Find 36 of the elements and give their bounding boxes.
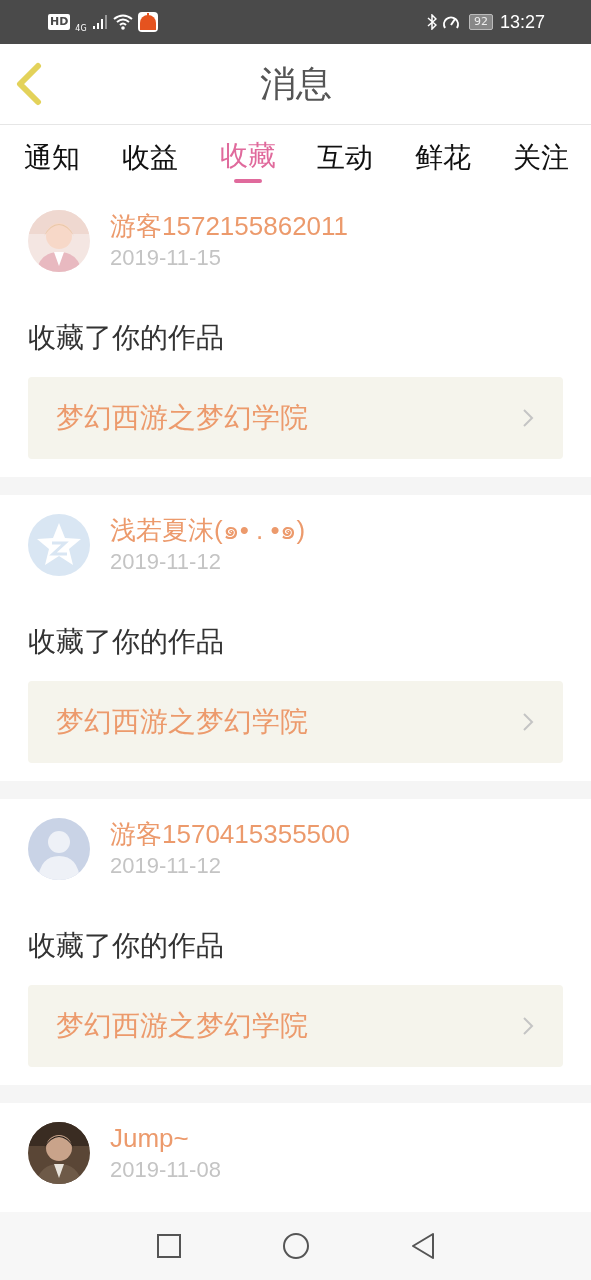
user-name[interactable]: 游客1570415355500: [110, 817, 350, 851]
signal-icon: [91, 14, 108, 30]
tab[interactable]: 关注: [513, 125, 569, 191]
wifi-icon: [112, 14, 133, 30]
tab[interactable]: 互动: [317, 125, 374, 191]
back-icon[interactable]: [409, 1232, 436, 1260]
chevron-right-icon: [521, 1015, 535, 1037]
recent-apps-icon[interactable]: [155, 1233, 182, 1259]
tab[interactable]: 通知: [24, 125, 80, 191]
app-icon: [137, 12, 158, 32]
hd-badge: HD: [48, 14, 71, 30]
message-date: 2019-11-15: [110, 244, 222, 272]
chevron-right-icon: [521, 407, 535, 429]
user-name[interactable]: 游客1572155862011: [110, 209, 349, 243]
message-date: 2019-11-08: [110, 1156, 221, 1184]
battery-icon: 92: [468, 14, 493, 30]
user-name[interactable]: Jump~: [110, 1121, 221, 1155]
work-link[interactable]: 梦幻西游之梦幻学院: [28, 377, 563, 459]
page-title: 消息: [259, 61, 332, 106]
work-link[interactable]: 梦幻西游之梦幻学院: [28, 681, 563, 763]
work-link[interactable]: 梦幻西游之梦幻学院: [28, 985, 563, 1067]
user-name[interactable]: 浅若夏沫(๑• . •๑): [110, 513, 306, 547]
tab[interactable]: 鲜花: [415, 125, 472, 191]
chevron-right-icon: [521, 711, 535, 733]
avatar-icon: [28, 514, 90, 576]
clock-time: 13:27: [499, 11, 545, 33]
tab[interactable]: 收益: [121, 125, 178, 191]
network-label: 4G: [75, 23, 87, 33]
message-date: 2019-11-12: [110, 548, 222, 576]
message-text: 收藏了你的作品: [28, 624, 225, 660]
message-text: 收藏了你的作品: [28, 928, 225, 964]
home-icon[interactable]: [281, 1232, 310, 1260]
message-text: 收藏了你的作品: [28, 320, 225, 356]
speedometer-icon: [441, 14, 460, 30]
message-date: 2019-11-12: [110, 852, 222, 880]
bluetooth-icon: [426, 14, 437, 30]
